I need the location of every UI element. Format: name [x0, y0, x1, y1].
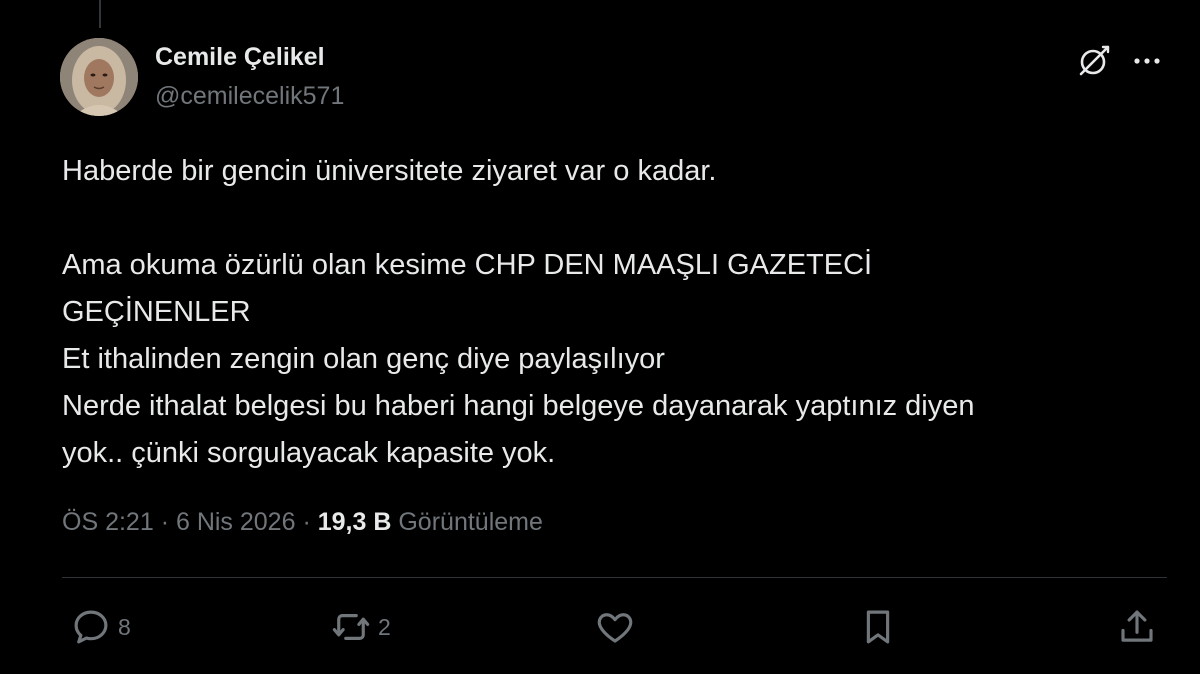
thread-connector-line: [99, 0, 101, 28]
reply-count: 8: [118, 613, 131, 640]
retweet-button[interactable]: 2: [330, 606, 391, 648]
bookmark-icon: [866, 610, 890, 644]
bookmark-button[interactable]: [857, 606, 899, 648]
tweet-line: Nerde ithalat belgesi bu haberi hangi be…: [62, 390, 975, 422]
reply-icon: [74, 610, 108, 644]
tweet-detail: Cemile Çelikel @cemilecelik571 Haberde b…: [0, 0, 1200, 674]
tweet-time[interactable]: ÖS 2:21: [62, 508, 154, 536]
reply-button[interactable]: 8: [70, 606, 131, 648]
avatar-image: [60, 38, 138, 116]
share-icon: [1121, 610, 1153, 642]
author-handle[interactable]: @cemilecelik571: [155, 82, 344, 111]
share-button[interactable]: [1116, 606, 1158, 648]
views-label: Görüntüleme: [398, 508, 543, 536]
more-options-icon[interactable]: [1127, 47, 1167, 75]
avatar[interactable]: [60, 38, 138, 116]
tweet-meta: ÖS 2:21 · 6 Nis 2026 · 19,3 B Görüntülem…: [62, 508, 543, 537]
meta-separator: ·: [302, 508, 311, 536]
retweet-count: 2: [378, 613, 391, 640]
tweet-line: yok.. çünki sorgulayacak kapasite yok.: [62, 437, 556, 469]
like-button[interactable]: [594, 606, 636, 648]
tweet-line: Haberde bir gencin üniversitete ziyaret …: [62, 155, 717, 187]
heart-icon: [597, 613, 633, 643]
tweet-line: Ama okuma özürlü olan kesime CHP DEN MAA…: [62, 249, 873, 281]
divider: [62, 577, 1167, 578]
meta-separator: ·: [160, 508, 170, 536]
author-name[interactable]: Cemile Çelikel: [155, 43, 325, 72]
tweet-line: Et ithalinden zengin olan genç diye payl…: [62, 343, 665, 375]
retweet-icon: [332, 614, 370, 640]
tweet-line: GEÇİNENLER: [62, 296, 251, 328]
tweet-date[interactable]: 6 Nis 2026: [176, 508, 296, 536]
tweet-text: Haberde bir gencin üniversitete ziyaret …: [62, 148, 1162, 477]
views-count: 19,3 B: [317, 508, 392, 536]
grok-icon[interactable]: [1076, 43, 1112, 79]
